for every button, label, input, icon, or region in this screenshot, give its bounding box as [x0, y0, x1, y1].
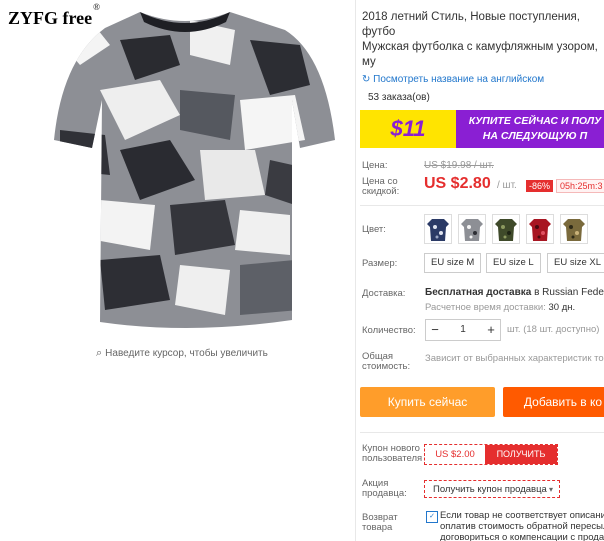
banner-amount: $11 — [360, 110, 456, 148]
color-swatch-red-camo[interactable] — [526, 214, 554, 244]
coupon-amount: US $2.00 — [435, 449, 475, 460]
quantity-label: Количество: — [362, 325, 416, 336]
orders-count: 53 заказа(ов) — [368, 92, 430, 103]
seller-promo-label: Акция продавца: — [362, 479, 407, 499]
total-label: Общая стоимость: — [362, 352, 410, 372]
shipping-label: Доставка: — [362, 288, 406, 299]
seller-coupon-dropdown[interactable]: Получить купон продавца ▾ — [424, 480, 560, 498]
add-to-cart-button[interactable]: Добавить в ко — [503, 387, 604, 417]
banner-text: КУПИТЕ СЕЙЧАС И ПОЛУ НА СЛЕДУЮЩУЮ П — [460, 114, 604, 144]
sale-price: US $2.80 — [424, 175, 491, 192]
buy-now-button[interactable]: Купить сейчас — [360, 387, 495, 417]
returns-policy-text: Если товар не соответствует описани опла… — [440, 510, 604, 541]
color-swatch-grey-camo[interactable] — [458, 214, 486, 244]
shipping-info: Бесплатная доставка в Russian Federati — [425, 287, 604, 298]
quantity-increase-button[interactable]: + — [482, 320, 500, 340]
discount-badge: -86% — [526, 180, 554, 192]
countdown-timer: 05h:25m:3 — [556, 179, 604, 193]
divider — [360, 432, 604, 433]
new-user-coupon-label: Купон нового пользователя — [362, 444, 422, 464]
product-title: 2018 летний Стиль, Новые поступления, фу… — [362, 11, 598, 68]
promo-banner[interactable]: $11 КУПИТЕ СЕЙЧАС И ПОЛУ НА СЛЕДУЮЩУЮ П — [360, 110, 604, 148]
banner-line-1: КУПИТЕ СЕЙЧАС И ПОЛУ — [468, 115, 602, 127]
translate-icon: ↻ — [362, 74, 374, 85]
divider — [360, 205, 604, 206]
seller-coupon-text: Получить купон продавца — [433, 484, 547, 495]
free-shipping: Бесплатная доставка — [425, 287, 532, 298]
quantity-input[interactable]: 1 — [444, 320, 482, 340]
quantity-decrease-button[interactable]: − — [426, 320, 444, 340]
zoom-hint: ⌕ Наведите курсор, чтобы увеличить — [96, 347, 268, 359]
returns-label-2: товара — [362, 522, 393, 533]
per-unit: / шт. — [497, 180, 517, 191]
quantity-stepper: − 1 + — [425, 319, 501, 341]
total-note: Зависит от выбранных характеристик това — [425, 353, 604, 364]
color-swatch-green-camo[interactable] — [492, 214, 520, 244]
banner-line-2: НА СЛЕДУЮЩУЮ П — [482, 130, 588, 142]
returns-label: Возврат товара — [362, 513, 398, 533]
quantity-available: шт. (18 шт. доступно) — [507, 324, 600, 335]
sale-price-label: Цена со скидкой: — [362, 177, 399, 197]
promo-label-2: продавца: — [362, 488, 407, 499]
old-price: US $19.98 / шт. — [424, 160, 494, 171]
coupon-label-2: пользователя — [362, 453, 423, 464]
color-swatch-navy-camo[interactable] — [424, 214, 452, 244]
color-swatch-khaki-camo[interactable] — [560, 214, 588, 244]
product-image[interactable] — [30, 0, 340, 340]
eta-label: Расчетное время доставки: — [425, 302, 549, 313]
translate-title-link[interactable]: ↻ Посмотреть название на английском — [362, 74, 544, 85]
shipping-destination[interactable]: в Russian Federati — [531, 287, 604, 298]
size-option-xl[interactable]: EU size XL — [547, 253, 604, 273]
total-label-2: стоимость: — [362, 361, 411, 372]
price-label: Цена: — [362, 160, 388, 171]
delivery-estimate: Расчетное время доставки: 30 дн. — [425, 302, 575, 313]
chevron-down-icon: ▾ — [548, 485, 553, 494]
size-label: Размер: — [362, 258, 398, 269]
magnifier-icon: ⌕ — [96, 347, 103, 359]
size-option-l[interactable]: EU size L — [486, 253, 541, 273]
get-coupon-button[interactable]: ПОЛУЧИТЬ — [485, 445, 557, 464]
column-divider — [355, 0, 356, 541]
color-label: Цвет: — [362, 224, 386, 235]
size-option-m[interactable]: EU size M — [424, 253, 482, 273]
eta-value: 30 дн. — [548, 302, 576, 313]
shield-icon: ✓ — [426, 511, 438, 523]
coupon-box: US $2.00 ПОЛУЧИТЬ — [424, 444, 558, 465]
sale-label-2: скидкой: — [362, 186, 400, 197]
